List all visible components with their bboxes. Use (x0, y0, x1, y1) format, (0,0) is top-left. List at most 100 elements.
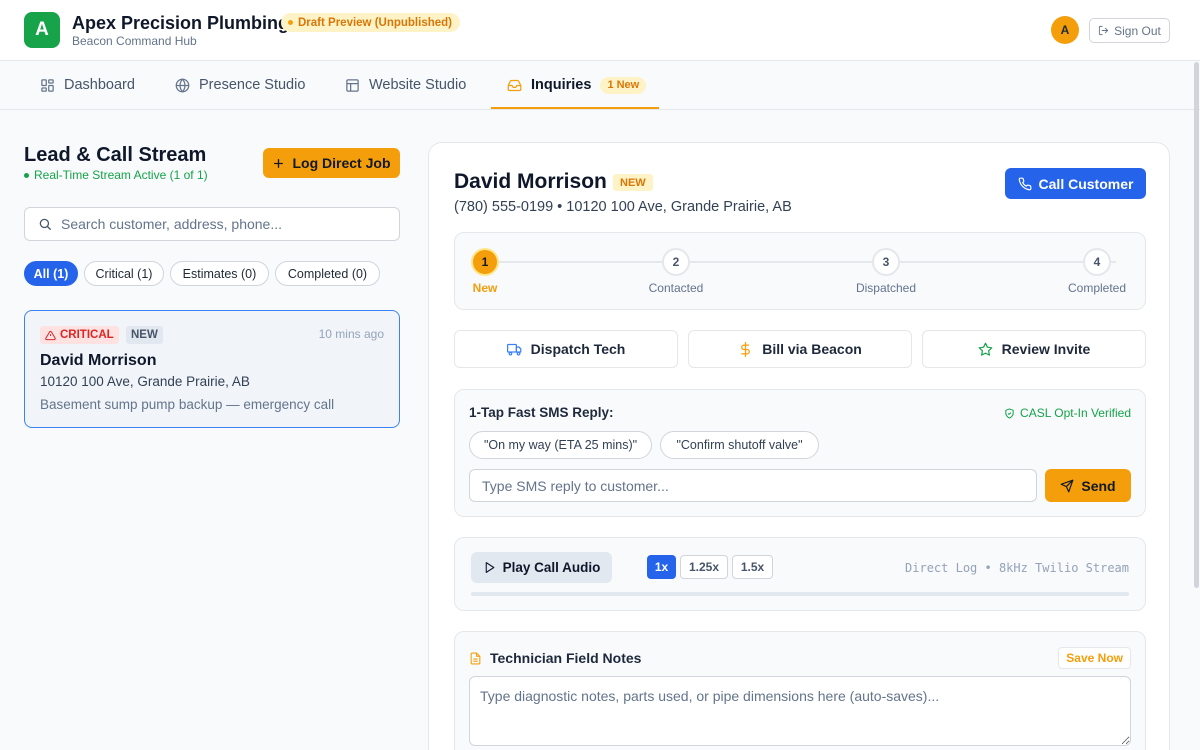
send-icon (1060, 479, 1074, 493)
sign-out-button[interactable]: Sign Out (1089, 18, 1170, 43)
sms-title: 1-Tap Fast SMS Reply: (469, 405, 614, 420)
grid-icon (40, 78, 55, 93)
step-3-circle[interactable]: 3 (872, 248, 900, 276)
stream-status: Real-Time Stream Active (1 of 1) (24, 168, 208, 182)
tab-inquiries[interactable]: Inquiries 1 New (507, 61, 647, 109)
lead-address: 10120 100 Ave, Grande Prairie, AB (40, 374, 250, 389)
globe-icon (175, 77, 190, 93)
log-direct-job-label: Log Direct Job (292, 155, 391, 171)
customer-name: David Morrison (454, 170, 607, 193)
play-call-audio-label: Play Call Audio (502, 560, 601, 575)
lead-description: Basement sump pump backup — emergency ca… (40, 397, 335, 412)
tab-label: Dashboard (64, 77, 135, 93)
document-icon (469, 652, 482, 665)
filter-completed[interactable]: Completed (0) (275, 261, 380, 286)
audio-progress-track[interactable] (471, 592, 1129, 596)
tab-website-studio[interactable]: Website Studio (345, 61, 466, 109)
shield-check-icon (1004, 407, 1015, 419)
speed-1x-button[interactable]: 1x (647, 555, 676, 579)
bill-via-beacon-button[interactable]: Bill via Beacon (688, 330, 912, 368)
stream-title: Lead & Call Stream (24, 144, 207, 166)
tab-presence-studio[interactable]: Presence Studio (175, 61, 305, 109)
truck-icon (506, 342, 522, 357)
critical-badge-label: CRITICAL (60, 329, 114, 341)
play-call-audio-button[interactable]: Play Call Audio (471, 552, 612, 583)
app-header: A Apex Precision Plumbing Beacon Command… (0, 0, 1200, 61)
inbox-icon (507, 78, 522, 93)
speed-1-25x-button[interactable]: 1.25x (680, 555, 728, 579)
inquiries-count-badge: 1 New (600, 76, 647, 94)
customer-status-badge: NEW (613, 174, 653, 191)
sms-reply-input[interactable] (469, 469, 1037, 502)
step-1-circle[interactable]: 1 (471, 248, 499, 276)
live-dot-icon (24, 172, 29, 178)
filter-all[interactable]: All (1) (24, 261, 78, 286)
call-customer-button[interactable]: Call Customer (1005, 168, 1146, 199)
customer-contact: (780) 555-0199 • 10120 100 Ave, Grande P… (454, 199, 792, 215)
review-invite-label: Review Invite (1001, 341, 1091, 357)
quick-reply-shutoff[interactable]: "Confirm shutoff valve" (660, 431, 819, 459)
field-notes-textarea[interactable] (469, 676, 1131, 746)
dispatch-tech-button[interactable]: Dispatch Tech (454, 330, 678, 368)
lead-name: David Morrison (40, 352, 157, 369)
plus-icon (272, 157, 285, 170)
business-name: Apex Precision Plumbing (72, 13, 290, 33)
step-1-label: New (472, 281, 498, 295)
draft-status-badge: Draft Preview (Unpublished) (281, 13, 460, 32)
bill-via-beacon-label: Bill via Beacon (762, 341, 862, 357)
audio-source-meta: Direct Log • 8kHz Twilio Stream (905, 561, 1129, 575)
tab-label: Inquiries (531, 77, 592, 93)
dispatch-tech-label: Dispatch Tech (530, 341, 626, 357)
user-avatar[interactable]: A (1051, 16, 1079, 44)
step-3-label: Dispatched (855, 281, 917, 295)
brand-logo: A (24, 12, 60, 48)
casl-verified-badge: CASL Opt-In Verified (1004, 406, 1131, 420)
stream-status-label: Real-Time Stream Active (1 of 1) (34, 168, 208, 182)
step-2-label: Contacted (648, 281, 704, 295)
warning-icon (45, 330, 56, 341)
send-sms-button[interactable]: Send (1045, 469, 1131, 502)
draft-dot-icon (288, 20, 293, 25)
app-subtitle: Beacon Command Hub (72, 34, 197, 48)
field-notes-title: Technician Field Notes (490, 650, 642, 666)
search-box (24, 207, 400, 241)
review-invite-button[interactable]: Review Invite (922, 330, 1146, 368)
speed-1-5x-button[interactable]: 1.5x (732, 555, 773, 579)
tab-label: Presence Studio (199, 77, 306, 93)
page-scrollbar[interactable] (1194, 62, 1199, 588)
lead-card[interactable]: CRITICAL NEW 10 mins ago David Morrison … (24, 310, 400, 428)
call-audio-section: Play Call Audio 1x 1.25x 1.5x Direct Log… (454, 537, 1146, 611)
phone-icon (1018, 177, 1032, 191)
step-4-circle[interactable]: 4 (1083, 248, 1111, 276)
search-input[interactable] (61, 216, 381, 232)
save-notes-button[interactable]: Save Now (1058, 647, 1131, 669)
sign-out-icon (1098, 25, 1109, 36)
star-icon (978, 342, 993, 357)
layout-icon (345, 78, 360, 93)
quick-reply-eta[interactable]: "On my way (ETA 25 mins)" (469, 431, 652, 459)
lead-status-badge: NEW (126, 326, 163, 344)
filter-critical[interactable]: Critical (1) (84, 261, 164, 286)
sms-reply-section: 1-Tap Fast SMS Reply: CASL Opt-In Verifi… (454, 389, 1146, 517)
field-notes-header: Technician Field Notes (469, 650, 641, 666)
dollar-icon (738, 341, 753, 357)
lead-detail-panel: David Morrison NEW (780) 555-0199 • 1012… (428, 142, 1170, 750)
job-progress-stepper: 1 New 2 Contacted 3 Dispatched 4 Complet… (454, 232, 1146, 310)
main-nav: Dashboard Presence Studio Website Studio… (0, 61, 1200, 110)
search-icon (38, 217, 52, 231)
filter-estimates[interactable]: Estimates (0) (170, 261, 269, 286)
log-direct-job-button[interactable]: Log Direct Job (263, 148, 400, 178)
tab-dashboard[interactable]: Dashboard (40, 61, 135, 109)
active-tab-indicator (491, 107, 659, 109)
critical-badge: CRITICAL (40, 326, 119, 344)
send-label: Send (1081, 477, 1116, 494)
field-notes-section: Technician Field Notes Save Now (454, 631, 1146, 750)
play-icon (483, 561, 496, 574)
draft-badge-label: Draft Preview (Unpublished) (298, 16, 452, 29)
stepper-track (486, 261, 1116, 263)
step-4-label: Completed (1067, 281, 1127, 295)
tab-label: Website Studio (369, 77, 467, 93)
lead-timestamp: 10 mins ago (318, 327, 384, 341)
sign-out-label: Sign Out (1114, 23, 1161, 38)
step-2-circle[interactable]: 2 (662, 248, 690, 276)
